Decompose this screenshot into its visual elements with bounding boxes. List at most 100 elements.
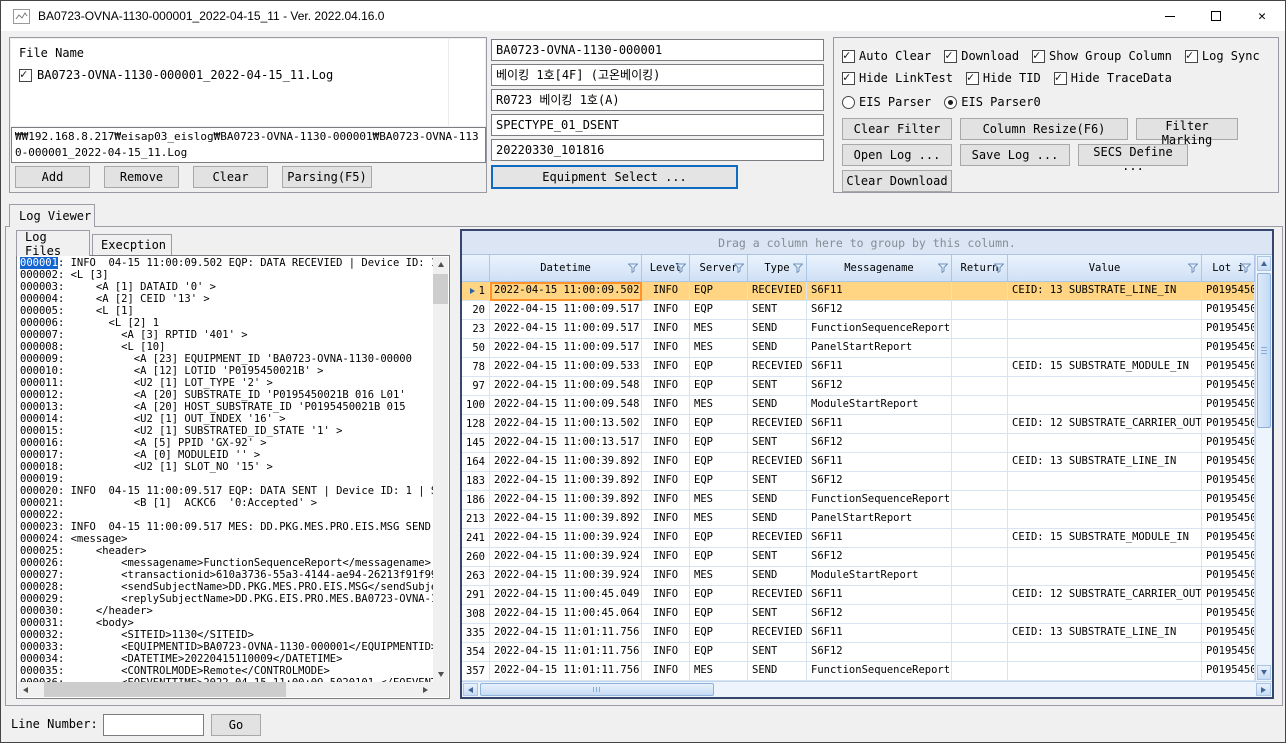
checkbox-hide-linktest[interactable]: Hide LinkTest	[842, 71, 953, 85]
table-row[interactable]: 2632022-04-15 11:00:39.924INFOMESSENDMod…	[462, 567, 1255, 586]
table-row[interactable]: 3352022-04-15 11:01:11.756INFOEQPRECEVIE…	[462, 624, 1255, 643]
column-header-lot-i[interactable]: Lot i	[1202, 255, 1255, 282]
close-button[interactable]: ✕	[1239, 1, 1285, 31]
equipment-name-field[interactable]: 베이킹 1호[4F] (고온베이킹)	[491, 64, 824, 86]
grid-vertical-scrollbar[interactable]	[1255, 255, 1272, 681]
clear-download-button[interactable]: Clear Download	[842, 170, 952, 192]
scroll-down-icon[interactable]	[433, 667, 448, 682]
scroll-right-icon[interactable]	[1256, 683, 1271, 696]
filter-icon[interactable]	[1241, 263, 1251, 273]
equipment-id-field[interactable]: BA0723-OVNA-1130-000001	[491, 39, 824, 61]
checkbox-hide-tid[interactable]: Hide TID	[966, 71, 1041, 85]
log-horizontal-scrollbar[interactable]	[18, 682, 433, 697]
table-cell: S6F12	[807, 643, 952, 662]
file-list-column-header[interactable]: File Name	[19, 46, 84, 60]
table-row[interactable]: 2132022-04-15 11:00:39.892INFOMESSENDPan…	[462, 510, 1255, 529]
grid-hscroll-thumb[interactable]	[480, 683, 714, 696]
table-row[interactable]: 782022-04-15 11:00:09.533INFOEQPRECEVIED…	[462, 358, 1255, 377]
table-row[interactable]: 3082022-04-15 11:00:45.064INFOEQPSENTS6F…	[462, 605, 1255, 624]
tab-log-viewer[interactable]: Log Viewer	[9, 204, 95, 227]
tab-log-files[interactable]: Log Files	[16, 230, 90, 256]
table-row[interactable]: 3542022-04-15 11:01:11.756INFOEQPSENTS6F…	[462, 643, 1255, 662]
table-row[interactable]: 2412022-04-15 11:00:39.924INFOEQPRECEVIE…	[462, 529, 1255, 548]
table-row[interactable]: 1642022-04-15 11:00:39.892INFOEQPRECEVIE…	[462, 453, 1255, 472]
radio-eis-parser0[interactable]: EIS Parser0	[944, 95, 1040, 109]
remove-button[interactable]: Remove	[104, 166, 179, 188]
column-header-value[interactable]: Value	[1008, 255, 1202, 282]
table-row[interactable]: 232022-04-15 11:00:09.517INFOMESSENDFunc…	[462, 320, 1255, 339]
filter-icon[interactable]	[676, 263, 686, 273]
log-hscroll-thumb[interactable]	[44, 682, 286, 697]
scroll-up-icon[interactable]	[433, 257, 448, 272]
table-row[interactable]: 2912022-04-15 11:00:45.049INFOEQPRECEVIE…	[462, 586, 1255, 605]
checkbox-download[interactable]: Download	[944, 49, 1019, 63]
table-row[interactable]: 972022-04-15 11:00:09.548INFOEQPSENTS6F1…	[462, 377, 1255, 396]
column-header-type[interactable]: Type	[748, 255, 807, 282]
filter-icon[interactable]	[1188, 263, 1198, 273]
room-field[interactable]: R0723 베이킹 1호(A)	[491, 89, 824, 111]
filter-icon[interactable]	[994, 263, 1004, 273]
file-list[interactable]: File Name BA0723-OVNA-1130-000001_2022-0…	[11, 39, 485, 126]
column-header-level[interactable]: Level	[642, 255, 690, 282]
scroll-right-icon[interactable]	[418, 682, 433, 697]
table-cell: S6F12	[807, 605, 952, 624]
table-row[interactable]: 12022-04-15 11:00:09.502INFOEQPRECEVIEDS…	[462, 282, 1255, 301]
column-header-datetime[interactable]: Datetime	[490, 255, 642, 282]
parsing-f5-button[interactable]: Parsing(F5)	[282, 166, 372, 188]
scroll-left-icon[interactable]	[463, 683, 478, 696]
spec-date-field[interactable]: 20220330_101816	[491, 139, 824, 161]
scroll-left-icon[interactable]	[18, 682, 33, 697]
table-row[interactable]: 202022-04-15 11:00:09.517INFOEQPSENTS6F1…	[462, 301, 1255, 320]
table-row[interactable]: 3572022-04-15 11:01:11.756INFOMESSENDFun…	[462, 662, 1255, 681]
table-row[interactable]: 1002022-04-15 11:00:09.548INFOMESSENDMod…	[462, 396, 1255, 415]
table-row[interactable]: 502022-04-15 11:00:09.517INFOMESSENDPane…	[462, 339, 1255, 358]
maximize-button[interactable]	[1193, 1, 1239, 31]
checkbox-show-group-column[interactable]: Show Group Column	[1032, 49, 1172, 63]
checkbox-auto-clear[interactable]: Auto Clear	[842, 49, 931, 63]
column-resize-f6-button[interactable]: Column Resize(F6)	[960, 118, 1128, 140]
grid-vscroll-thumb[interactable]	[1257, 273, 1271, 428]
filter-icon[interactable]	[938, 263, 948, 273]
clear-button[interactable]: Clear	[193, 166, 268, 188]
table-row[interactable]: 1862022-04-15 11:00:39.892INFOMESSENDFun…	[462, 491, 1255, 510]
grid-group-panel[interactable]: Drag a column here to group by this colu…	[462, 231, 1272, 255]
checkbox-log-sync[interactable]: Log Sync	[1185, 49, 1260, 63]
column-header-messagename[interactable]: Messagename	[807, 255, 952, 282]
filter-marking-button[interactable]: Filter Marking	[1136, 118, 1238, 140]
scroll-down-icon[interactable]	[1257, 665, 1271, 680]
column-header-server[interactable]: Server	[690, 255, 748, 282]
table-cell: 2022-04-15 11:00:39.924	[490, 529, 642, 548]
log-vscroll-thumb[interactable]	[433, 274, 448, 304]
spectype-field[interactable]: SPECTYPE_01_DSENT	[491, 114, 824, 136]
minimize-button[interactable]	[1147, 1, 1193, 31]
equipment-select-button[interactable]: Equipment Select ...	[491, 165, 738, 189]
log-vertical-scrollbar[interactable]	[433, 257, 448, 682]
file-checkbox-icon[interactable]	[19, 69, 32, 82]
open-log-button[interactable]: Open Log ...	[842, 144, 952, 166]
filter-icon[interactable]	[793, 263, 803, 273]
scroll-up-icon[interactable]	[1257, 256, 1271, 271]
go-button[interactable]: Go	[211, 714, 261, 736]
secs-define-button[interactable]: SECS Define ...	[1078, 144, 1188, 166]
table-row[interactable]: 2602022-04-15 11:00:39.924INFOEQPSENTS6F…	[462, 548, 1255, 567]
column-header-return[interactable]: Return	[952, 255, 1008, 282]
filter-icon[interactable]	[628, 263, 638, 273]
save-log-button[interactable]: Save Log ...	[960, 144, 1070, 166]
grid-horizontal-scrollbar[interactable]	[462, 681, 1272, 697]
log-line-text: : <A [1] DATAID '0' >	[58, 281, 216, 293]
filter-icon[interactable]	[734, 263, 744, 273]
file-item[interactable]: BA0723-OVNA-1130-000001_2022-04-15_11.Lo…	[19, 68, 333, 82]
table-row[interactable]: 1452022-04-15 11:00:13.517INFOEQPSENTS6F…	[462, 434, 1255, 453]
log-text[interactable]: 000001: INFO 04-15 11:00:09.502 EQP: DAT…	[20, 257, 433, 682]
line-number-input[interactable]	[103, 714, 204, 736]
table-row[interactable]: 1282022-04-15 11:00:13.502INFOEQPRECEVIE…	[462, 415, 1255, 434]
clear-filter-button[interactable]: Clear Filter	[842, 118, 952, 140]
table-cell	[1008, 643, 1202, 662]
checkbox-hide-tracedata[interactable]: Hide TraceData	[1054, 71, 1172, 85]
tab-exception[interactable]: Execption	[92, 234, 172, 255]
cell-text: S6F12	[811, 474, 843, 486]
file-path-box[interactable]: ₩₩192.168.8.217₩eisap03_eislog₩BA0723-OV…	[11, 127, 486, 163]
radio-eis-parser[interactable]: EIS Parser	[842, 95, 931, 109]
add-button[interactable]: Add	[15, 166, 90, 188]
table-row[interactable]: 1832022-04-15 11:00:39.892INFOEQPSENTS6F…	[462, 472, 1255, 491]
